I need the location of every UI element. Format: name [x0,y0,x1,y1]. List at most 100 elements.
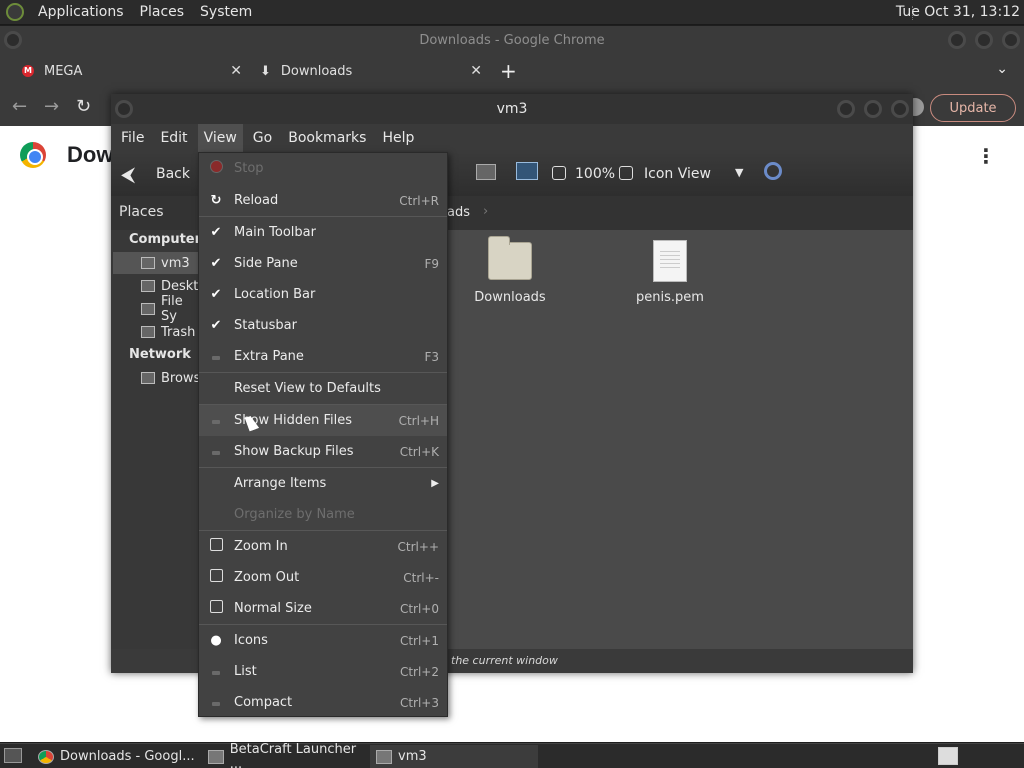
workspace-switcher[interactable] [938,747,958,765]
desktop-icon [141,280,155,292]
clock[interactable]: Tue Oct 31, 13:12 [896,4,1020,20]
menu-item-extra-pane[interactable]: Extra Pane F3 [199,341,447,372]
unchecked-icon [209,349,223,364]
tab-search-icon[interactable]: ⌄ [996,61,1008,77]
back-arrow-icon[interactable]: ← [12,96,27,117]
menu-item-reset-view[interactable]: Reset View to Defaults [199,373,447,404]
view-mode-select[interactable]: Icon View [644,166,711,182]
menu-item-arrange-items[interactable]: Arrange Items ▶ [199,468,447,499]
sidebar: Places Computer vm3 Deskt File Sy Trash … [111,204,202,649]
home-folder-icon [141,257,155,269]
file-name: penis.pem [636,290,704,305]
menu-item-show-backup-files[interactable]: Show Backup Files Ctrl+K [199,436,447,467]
file-name: Downloads [474,290,546,305]
tab-label: MEGA [44,63,83,79]
menu-item-compact[interactable]: Compact Ctrl+3 [199,687,447,718]
sidebar-places-label[interactable]: Places [111,196,199,230]
unchecked-icon [209,413,223,428]
menu-item-zoom-in[interactable]: Zoom In Ctrl++ [199,531,447,562]
chevron-down-icon[interactable]: ▼ [735,166,743,179]
chrome-tabstrip: M MEGA ✕ ⬇ Downloads ✕ + ⌄ [0,54,1024,88]
menu-edit[interactable]: Edit [154,124,193,152]
checkmark-icon: ✔ [210,256,222,271]
forward-arrow-icon[interactable]: → [44,96,59,117]
menu-item-location-bar[interactable]: ✔ Location Bar [199,279,447,310]
task-chrome[interactable]: Downloads - Googl... [30,745,202,768]
task-vm3[interactable]: vm3 [370,745,538,768]
menu-item-statusbar[interactable]: ✔ Statusbar [199,310,447,341]
close-tab-icon[interactable]: ✕ [470,63,482,79]
download-icon: ⬇ [260,63,271,79]
task-betacraft[interactable]: BetaCraft Launcher ... [202,742,370,768]
menu-item-stop[interactable]: Stop [199,153,447,184]
stop-icon [209,160,223,177]
back-button[interactable]: Back [156,166,190,182]
chrome-window-title: Downloads - Google Chrome [419,32,605,48]
menu-go[interactable]: Go [247,124,278,152]
drive-icon [141,303,155,315]
tab-downloads[interactable]: ⬇ Downloads ✕ [250,54,490,88]
sidebar-item-filesystem[interactable]: File Sy [113,294,199,324]
close-button[interactable] [891,100,909,118]
maximize-button[interactable] [864,100,882,118]
reload-icon: ↻ [210,193,222,208]
tab-mega[interactable]: M MEGA ✕ [0,54,250,88]
status-text: the current window [451,654,558,667]
places-menu[interactable]: Places [132,4,193,20]
menu-item-reload[interactable]: ↻ Reload Ctrl+R [199,185,447,216]
home-icon[interactable] [476,164,496,180]
minimize-button[interactable] [837,100,855,118]
menu-view[interactable]: View [197,124,243,152]
folder-icon [488,236,532,280]
breadcrumb-next-icon[interactable]: › [483,204,488,219]
sidebar-item-browse-network[interactable]: Brows [113,367,200,389]
file-item-downloads[interactable]: Downloads [460,236,560,305]
menu-item-organize-by-name[interactable]: Organize by Name [199,499,447,530]
back-arrow-icon[interactable]: ⮜ [121,162,135,186]
vm3-window-title: vm3 [496,101,528,117]
zoom-in-icon[interactable] [619,166,633,180]
search-icon[interactable] [764,162,782,180]
more-options-icon[interactable]: ⋮ [976,144,996,168]
mega-favicon-icon: M [22,65,34,77]
menu-item-show-hidden-files[interactable]: Show Hidden Files Ctrl+H [199,405,447,436]
sidebar-computer-heading: Computer [129,232,202,247]
taskbar: Downloads - Googl... BetaCraft Launcher … [0,742,1024,768]
close-button[interactable] [1002,31,1020,49]
reload-icon[interactable]: ↻ [76,96,91,117]
document-icon [653,240,687,282]
menu-item-list[interactable]: List Ctrl+2 [199,656,447,687]
minimize-button[interactable] [948,31,966,49]
distro-logo-icon[interactable] [6,3,24,21]
menu-item-normal-size[interactable]: Normal Size Ctrl+0 [199,593,447,624]
vm3-titlebar[interactable]: vm3 [111,94,913,124]
window-menu-icon[interactable] [4,31,22,49]
sidebar-item-vm3[interactable]: vm3 [113,252,199,274]
window-menu-icon[interactable] [115,100,133,118]
close-tab-icon[interactable]: ✕ [230,63,242,79]
breadcrumb-downloads[interactable]: ads [447,205,470,220]
show-desktop-icon[interactable] [4,748,22,763]
update-button[interactable]: Update [930,94,1016,122]
computer-icon[interactable] [516,162,538,180]
system-menu[interactable]: System [192,4,260,20]
menu-file[interactable]: File [115,124,150,152]
menu-item-icons[interactable]: ● Icons Ctrl+1 [199,625,447,656]
menu-help[interactable]: Help [376,124,420,152]
menu-item-side-pane[interactable]: ✔ Side Pane F9 [199,248,447,279]
network-icon [141,372,155,384]
sidebar-item-trash[interactable]: Trash [113,321,199,343]
file-item-pem[interactable]: penis.pem [620,240,720,305]
zoom-out-icon[interactable] [552,166,566,180]
menu-item-main-toolbar[interactable]: ✔ Main Toolbar [199,217,447,248]
menu-item-zoom-out[interactable]: Zoom Out Ctrl+- [199,562,447,593]
unchecked-icon [209,444,223,459]
new-tab-button[interactable]: + [500,59,517,83]
zoom-out-icon [209,569,223,586]
zoom-in-icon [209,538,223,555]
chrome-titlebar[interactable]: Downloads - Google Chrome [0,26,1024,54]
checkmark-icon: ✔ [210,318,222,333]
maximize-button[interactable] [975,31,993,49]
menu-bookmarks[interactable]: Bookmarks [282,124,372,152]
applications-menu[interactable]: Applications [30,4,132,20]
